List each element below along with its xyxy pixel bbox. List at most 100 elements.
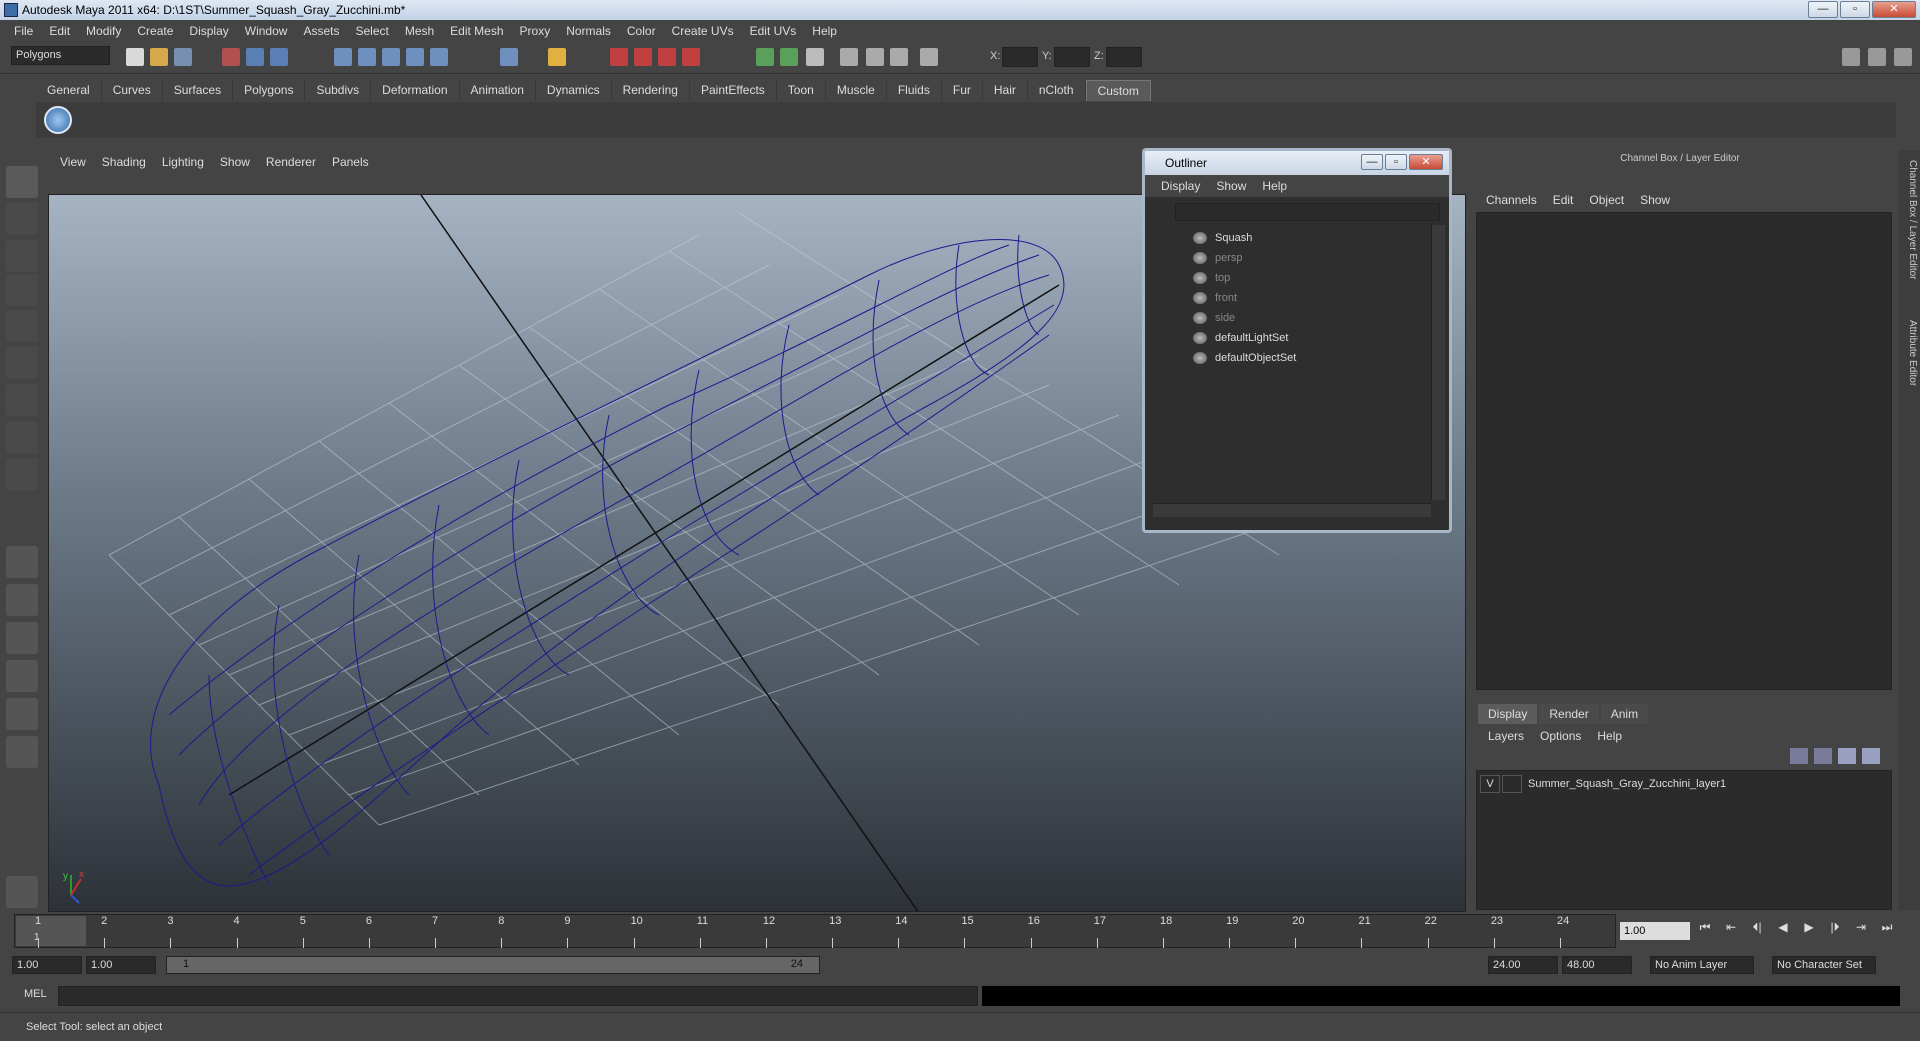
mel-label[interactable]: MEL: [24, 988, 47, 1000]
cb-menu-edit[interactable]: Edit: [1545, 190, 1582, 210]
shelf-tab-toon[interactable]: Toon: [776, 80, 826, 101]
le-menu-help[interactable]: Help: [1589, 726, 1630, 746]
outliner-menu-help[interactable]: Help: [1254, 179, 1295, 193]
menu-help[interactable]: Help: [804, 20, 845, 42]
persp-graph-layout-icon[interactable]: [6, 660, 38, 692]
shelf-tab-ncloth[interactable]: nCloth: [1027, 80, 1086, 101]
layout-icon-1[interactable]: [1842, 48, 1860, 66]
shelf-tab-deformation[interactable]: Deformation: [371, 80, 460, 101]
select-component-icon[interactable]: [270, 48, 288, 66]
scale-tool-icon[interactable]: [6, 346, 38, 378]
persp-outliner-layout-icon[interactable]: [6, 622, 38, 654]
layer-display-type-toggle[interactable]: [1502, 775, 1522, 793]
outliner-filter-input[interactable]: [1175, 203, 1440, 221]
vp-menu-show[interactable]: Show: [212, 155, 258, 169]
vp-menu-lighting[interactable]: Lighting: [154, 155, 212, 169]
side-tab-attribute-editor[interactable]: Attribute Editor: [1900, 320, 1918, 386]
menu-create-uvs[interactable]: Create UVs: [664, 20, 742, 42]
snap-point-icon[interactable]: [382, 48, 400, 66]
select-tool-icon[interactable]: [6, 166, 38, 198]
menu-edit[interactable]: Edit: [41, 20, 78, 42]
snap-curve-icon[interactable]: [358, 48, 376, 66]
hypershade-layout-icon[interactable]: [6, 698, 38, 730]
menu-color[interactable]: Color: [619, 20, 664, 42]
rotate-tool-icon[interactable]: [6, 310, 38, 342]
play-backwards-icon[interactable]: ◀: [1774, 920, 1792, 938]
range-slider[interactable]: 1 24: [166, 956, 820, 974]
relative-icon[interactable]: [780, 48, 798, 66]
shelf-tab-rendering[interactable]: Rendering: [611, 80, 690, 101]
shelf-tab-surfaces[interactable]: Surfaces: [162, 80, 234, 101]
cb-menu-object[interactable]: Object: [1581, 190, 1632, 210]
outliner-item-persp[interactable]: persp: [1193, 249, 1243, 267]
step-forward-key-icon[interactable]: |⏵: [1826, 920, 1844, 938]
y-field[interactable]: [1054, 47, 1090, 67]
shelf-tab-animation[interactable]: Animation: [459, 80, 536, 101]
shelf-tab-polygons[interactable]: Polygons: [233, 80, 306, 101]
outliner-item-front[interactable]: front: [1193, 289, 1237, 307]
menu-create[interactable]: Create: [129, 20, 181, 42]
x-field[interactable]: [1002, 47, 1038, 67]
layer-tab-anim[interactable]: Anim: [1600, 704, 1649, 724]
menu-select[interactable]: Select: [347, 20, 396, 42]
shelf-tab-dynamics[interactable]: Dynamics: [535, 80, 612, 101]
cb-menu-channels[interactable]: Channels: [1478, 190, 1545, 210]
make-live-icon[interactable]: [430, 48, 448, 66]
shelf-tab-subdivs[interactable]: Subdivs: [305, 80, 372, 101]
shelf-tab-general[interactable]: General: [36, 80, 102, 101]
vp-menu-renderer[interactable]: Renderer: [258, 155, 324, 169]
play-forwards-icon[interactable]: ▶: [1800, 920, 1818, 938]
menu-modify[interactable]: Modify: [78, 20, 129, 42]
shelf-tab-muscle[interactable]: Muscle: [825, 80, 887, 101]
menu-window[interactable]: Window: [237, 20, 296, 42]
go-to-start-icon[interactable]: ⏮: [1696, 920, 1714, 938]
snap-plane-icon[interactable]: [406, 48, 424, 66]
move-layer-up-icon[interactable]: [1838, 748, 1856, 764]
select-object-icon[interactable]: [246, 48, 264, 66]
outliner-menu-show[interactable]: Show: [1208, 179, 1254, 193]
outliner-item-squash[interactable]: Squash: [1193, 229, 1252, 247]
move-layer-down-icon[interactable]: [1862, 748, 1880, 764]
menu-set-dropdown[interactable]: Polygons: [11, 46, 110, 65]
hypershade-icon[interactable]: [658, 48, 676, 66]
vp-menu-shading[interactable]: Shading: [94, 155, 154, 169]
soft-mod-tool-icon[interactable]: [6, 422, 38, 454]
side-tab-channel-box[interactable]: Channel Box / Layer Editor: [1900, 160, 1918, 280]
shelf-tab-custom[interactable]: Custom: [1085, 80, 1151, 101]
character-set-dropdown[interactable]: No Character Set: [1772, 956, 1876, 974]
playback-start-field[interactable]: 1.00: [86, 956, 156, 974]
step-back-key-icon[interactable]: ⏴|: [1748, 920, 1766, 938]
menu-display[interactable]: Display: [181, 20, 236, 42]
anim-end-field[interactable]: 48.00: [1562, 956, 1632, 974]
shelf-tab-painteffects[interactable]: PaintEffects: [689, 80, 777, 101]
anim-layer-dropdown[interactable]: No Anim Layer: [1650, 956, 1754, 974]
mel-command-input[interactable]: [58, 986, 978, 1006]
maximize-button[interactable]: ▫: [1840, 1, 1870, 18]
open-scene-icon[interactable]: [150, 48, 168, 66]
graph-editor-layout-icon[interactable]: [6, 736, 38, 768]
single-perspective-layout-icon[interactable]: [6, 546, 38, 578]
snap-grid-icon[interactable]: [334, 48, 352, 66]
history-icon[interactable]: [500, 48, 518, 66]
layer-name[interactable]: Summer_Squash_Gray_Zucchini_layer1: [1528, 778, 1726, 790]
z-field[interactable]: [1106, 47, 1142, 67]
render-icon[interactable]: [548, 48, 566, 66]
anim-start-field[interactable]: 1.00: [12, 956, 82, 974]
menu-edit-mesh[interactable]: Edit Mesh: [442, 20, 511, 42]
outliner-maximize-button[interactable]: ▫: [1385, 154, 1407, 170]
menu-assets[interactable]: Assets: [295, 20, 347, 42]
layer-tab-render[interactable]: Render: [1539, 704, 1599, 724]
show-hide-tool-icon[interactable]: [866, 48, 884, 66]
menu-mesh[interactable]: Mesh: [397, 20, 442, 42]
four-view-layout-icon[interactable]: [6, 584, 38, 616]
outliner-item-top[interactable]: top: [1193, 269, 1230, 287]
outliner-minimize-button[interactable]: —: [1361, 154, 1383, 170]
render-settings-icon[interactable]: [634, 48, 652, 66]
minimize-button[interactable]: —: [1808, 1, 1838, 18]
lasso-tool-icon[interactable]: [6, 202, 38, 234]
shelf-tab-fur[interactable]: Fur: [941, 80, 983, 101]
shelf-tab-hair[interactable]: Hair: [982, 80, 1028, 101]
show-hide-channel-icon[interactable]: [890, 48, 908, 66]
select-hierarchy-icon[interactable]: [222, 48, 240, 66]
sidebar-toggle-icon[interactable]: [806, 48, 824, 66]
